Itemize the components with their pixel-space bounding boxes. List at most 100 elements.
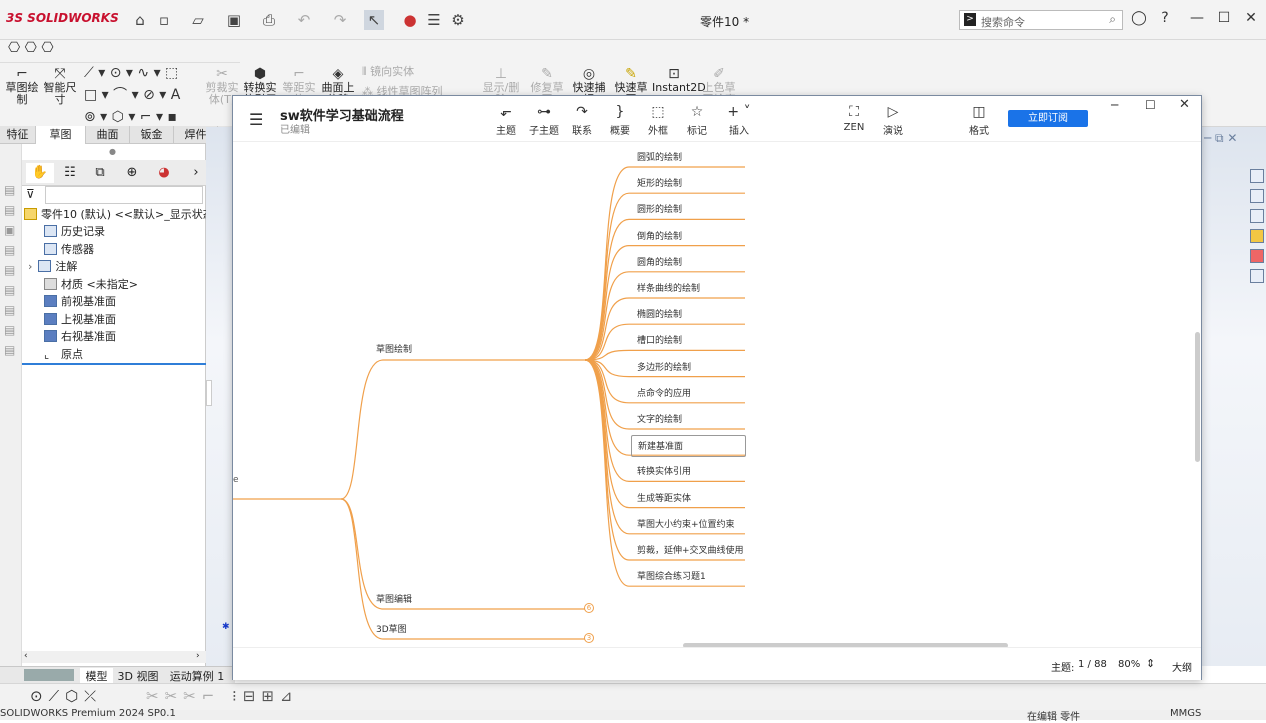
branch-3d-sketch[interactable]: 3D草图 bbox=[376, 622, 407, 635]
branch-sketch-editing[interactable]: 草图编辑 bbox=[376, 592, 412, 605]
custom-properties-icon[interactable] bbox=[1250, 269, 1264, 283]
zoom-level[interactable]: 80% bbox=[1118, 659, 1140, 670]
home-icon[interactable]: ⌂ bbox=[130, 10, 150, 30]
sketch-tools-strip-icons[interactable]: ▤ ▤ ▣ ▤ ▤ ▤ ▤ ▤ ▤ bbox=[4, 180, 15, 360]
tree-root[interactable]: 零件10 (默认) <<默认>_显示状态 1> bbox=[24, 206, 233, 223]
leaf-topic[interactable]: 槽口的绘制 bbox=[637, 332, 747, 350]
topic-button[interactable]: ⬐ 主题 bbox=[486, 104, 526, 137]
minimize-icon[interactable]: — bbox=[1186, 10, 1208, 26]
property-manager-tab-icon[interactable]: ☷ bbox=[56, 163, 84, 183]
maximize-icon[interactable]: ☐ bbox=[1213, 10, 1235, 26]
tab-nav-arrows[interactable] bbox=[24, 669, 74, 681]
leaf-topic[interactable]: 文字的绘制 bbox=[637, 411, 747, 429]
design-library-icon[interactable] bbox=[1250, 189, 1264, 203]
leaf-topic[interactable]: 样条曲线的绘制 bbox=[637, 280, 747, 298]
view-palette-icon[interactable] bbox=[1250, 229, 1264, 243]
redo-icon[interactable]: ↷ bbox=[330, 10, 350, 30]
subtopic-button[interactable]: ⊶ 子主题 bbox=[524, 104, 564, 137]
sketch-edit-tools[interactable]: ✂✂✂⌐ bbox=[146, 687, 220, 705]
mindmap-canvas[interactable]: e 草图绘制 草图编辑 3D草图 6 3 圆弧的绘制 矩形的绘制 圆形的绘制 倒角的绘… bbox=[233, 142, 1201, 647]
tree-item-annotations[interactable]: › 注解 bbox=[28, 258, 77, 275]
outline-button[interactable]: 大纲 bbox=[1172, 659, 1192, 674]
appearances-icon[interactable] bbox=[1250, 249, 1264, 263]
zen-button[interactable]: ⛶ ZEN bbox=[834, 104, 874, 133]
sketch-entities-group[interactable]: ⟋ ▾ ⊙ ▾ ∿ ▾ ⬚ □ ▾ ⌒ ▾ ⊘ ▾ A ⊚ ▾ ⬡ ▾ ⌐ ▾ ▪ bbox=[84, 62, 204, 128]
file-explorer-icon[interactable] bbox=[1250, 209, 1264, 223]
relationship-button[interactable]: ↷ 联系 bbox=[562, 104, 602, 137]
scroll-thumb[interactable] bbox=[1195, 332, 1200, 462]
tree-item-origin[interactable]: ⌞ 原点 bbox=[44, 346, 83, 363]
insert-button[interactable]: + ˅ 插入 bbox=[719, 104, 759, 137]
leaf-topic[interactable]: 多边形的绘制 bbox=[637, 359, 747, 377]
new-file-icon[interactable]: ▫ bbox=[154, 10, 174, 30]
file-properties-icon[interactable]: ☰ bbox=[424, 10, 444, 30]
tab-surfaces[interactable]: 曲面 bbox=[86, 126, 130, 144]
leaf-topic[interactable]: 草图综合练习题1 bbox=[637, 568, 747, 586]
leaf-topic[interactable]: 草图大小约束+位置约束 bbox=[637, 516, 747, 534]
undo-icon[interactable]: ↶ bbox=[294, 10, 314, 30]
summary-button[interactable]: } 概要 bbox=[600, 104, 640, 137]
tab-model[interactable]: 模型 bbox=[80, 668, 113, 684]
tab-sheet-metal[interactable]: 钣金 bbox=[130, 126, 174, 144]
sketch-shape-tools[interactable]: ⊙⟋⬡⤫ bbox=[30, 687, 102, 705]
branch-sketch-drawing[interactable]: 草图绘制 bbox=[376, 342, 412, 355]
sketch-grid-tools[interactable]: ⁝⊟⊞⊿ bbox=[232, 687, 298, 705]
filter-input[interactable] bbox=[45, 186, 203, 204]
feature-tree-tab-icon[interactable]: ✋ bbox=[26, 163, 54, 183]
rollback-bar[interactable] bbox=[22, 363, 206, 365]
print-icon[interactable]: ⎙ bbox=[259, 10, 279, 30]
leaf-topic[interactable]: 倒角的绘制 bbox=[637, 228, 747, 246]
leaf-topic[interactable]: 新建基准面 bbox=[631, 435, 746, 458]
mindmap-close-icon[interactable]: ✕ bbox=[1179, 97, 1190, 112]
tree-item-front-plane[interactable]: 前视基准面 bbox=[44, 293, 116, 310]
save-icon[interactable]: ▣ bbox=[224, 10, 244, 30]
leaf-topic[interactable]: 圆形的绘制 bbox=[637, 201, 747, 219]
dimxpert-tab-icon[interactable]: ⊕ bbox=[118, 163, 146, 183]
select-icon[interactable]: ↖ bbox=[364, 10, 384, 30]
menu-icon[interactable]: ☰ bbox=[249, 110, 263, 129]
tab-motion-study[interactable]: 运动算例 1 bbox=[162, 668, 232, 684]
help-icon[interactable]: ? bbox=[1154, 10, 1176, 26]
marker-button[interactable]: ☆ 标记 bbox=[677, 104, 717, 137]
horizontal-scrollbar[interactable]: ‹ › bbox=[22, 651, 206, 663]
home-resources-icon[interactable] bbox=[1250, 169, 1264, 183]
scroll-left-icon[interactable]: ‹ bbox=[24, 651, 28, 661]
mindmap-minimize-icon[interactable]: ─ bbox=[1111, 98, 1118, 112]
configuration-manager-tab-icon[interactable]: ⧉ bbox=[86, 163, 114, 183]
tree-item-material[interactable]: 材质 <未指定> bbox=[44, 276, 138, 293]
leaf-topic[interactable]: 生成等距实体 bbox=[637, 490, 747, 508]
leaf-topic[interactable]: 点命令的应用 bbox=[637, 385, 747, 403]
central-topic-edge[interactable]: e bbox=[233, 475, 239, 485]
boundary-button[interactable]: ⬚ 外框 bbox=[638, 104, 678, 137]
tree-item-history[interactable]: 历史记录 bbox=[44, 223, 105, 240]
options-gear-icon[interactable]: ⚙ bbox=[448, 10, 468, 30]
zoom-stepper-icon[interactable]: ⇕ bbox=[1146, 657, 1155, 670]
display-manager-tab-icon[interactable]: ◕ bbox=[150, 163, 178, 183]
scroll-right-icon[interactable]: › bbox=[196, 651, 200, 661]
leaf-topic[interactable]: 圆弧的绘制 bbox=[637, 149, 747, 167]
tree-item-right-plane[interactable]: 右视基准面 bbox=[44, 328, 116, 345]
smart-dimension-button[interactable]: ⤧ 智能尺 寸 bbox=[42, 66, 78, 106]
units-selector[interactable]: MMGS bbox=[1170, 708, 1201, 719]
tab-features[interactable]: 特征 bbox=[0, 126, 36, 144]
leaf-topic[interactable]: 矩形的绘制 bbox=[637, 175, 747, 193]
open-file-icon[interactable]: ▱ bbox=[188, 10, 208, 30]
mindmap-maximize-icon[interactable]: ☐ bbox=[1145, 98, 1156, 112]
leaf-topic[interactable]: 椭圆的绘制 bbox=[637, 306, 747, 324]
user-icon[interactable]: ◯ bbox=[1128, 10, 1150, 26]
tab-sketch[interactable]: 草图 bbox=[36, 126, 86, 144]
tab-3d-views[interactable]: 3D 视图 bbox=[116, 668, 160, 684]
pitch-button[interactable]: ▷ 演说 bbox=[873, 104, 913, 137]
expand-arrow-icon[interactable]: › bbox=[28, 260, 32, 273]
mindmap-vertical-scrollbar[interactable] bbox=[1195, 142, 1201, 642]
solidworks-logo[interactable]: 3S SOLIDWORKS bbox=[6, 11, 119, 25]
camera-icon[interactable]: ⎔ ⎔ ⎔ bbox=[8, 40, 54, 56]
filter-icon[interactable]: ⊽ bbox=[26, 187, 35, 201]
format-button[interactable]: ◫ 格式 bbox=[959, 104, 999, 137]
subscribe-button[interactable]: 立即订阅 bbox=[1008, 110, 1088, 127]
pane-handle[interactable]: ● bbox=[109, 147, 116, 156]
instant2d-button[interactable]: ⊡ Instant2D bbox=[652, 66, 706, 94]
search-commands-input[interactable]: > 搜索命令 ⌕ bbox=[959, 10, 1123, 30]
collapsed-count-badge[interactable]: 6 bbox=[584, 603, 594, 613]
tree-item-top-plane[interactable]: 上视基准面 bbox=[44, 311, 116, 328]
